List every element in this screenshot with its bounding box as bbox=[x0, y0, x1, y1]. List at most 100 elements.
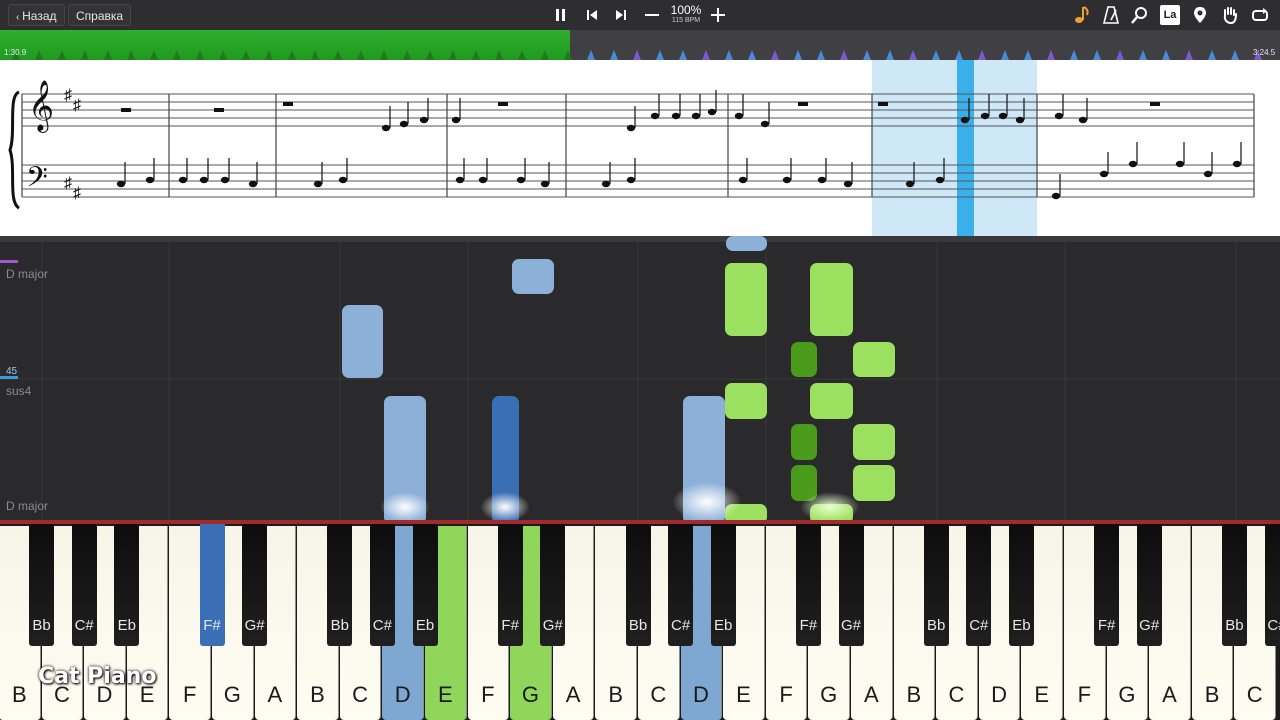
timeline-note-marker bbox=[127, 50, 135, 60]
falling-note-right-hand bbox=[853, 424, 895, 460]
black-key[interactable]: F# bbox=[199, 524, 225, 646]
loop-icon[interactable] bbox=[1250, 5, 1270, 25]
black-key[interactable]: Eb bbox=[1008, 524, 1034, 646]
timeline-note-marker bbox=[610, 50, 618, 60]
timeline-note-marker bbox=[1208, 50, 1216, 60]
notehead bbox=[782, 176, 792, 184]
key-label: C# bbox=[969, 617, 989, 634]
black-key[interactable]: C# bbox=[966, 524, 992, 646]
black-key[interactable]: G# bbox=[838, 524, 864, 646]
zoom-out-minus-icon[interactable] bbox=[642, 5, 662, 25]
rest bbox=[798, 102, 808, 106]
black-key[interactable]: C# bbox=[71, 524, 97, 646]
bass-clef-icon: 𝄢 bbox=[26, 161, 48, 201]
pause-icon[interactable] bbox=[551, 5, 571, 25]
rest bbox=[121, 108, 131, 112]
notehead bbox=[960, 116, 970, 124]
help-button[interactable]: Справка bbox=[68, 4, 132, 26]
metronome-icon[interactable] bbox=[1101, 5, 1121, 25]
skip-forward-icon[interactable] bbox=[611, 5, 631, 25]
score-staves: 𝄞 𝄢 ♯ ♯ ♯ ♯ bbox=[8, 60, 1255, 237]
notehead bbox=[399, 120, 409, 128]
timeline-note-marker bbox=[196, 50, 204, 60]
key-label: A bbox=[267, 682, 283, 707]
black-key[interactable]: Bb bbox=[625, 524, 651, 646]
key-label: E bbox=[1034, 682, 1050, 707]
falling-note-right-hand bbox=[725, 263, 767, 336]
notehead bbox=[455, 176, 465, 184]
toolbar: ‹ Назад Справка 100% 115 BPM La bbox=[0, 0, 1280, 30]
black-key[interactable]: Bb bbox=[327, 524, 353, 646]
timeline-note-marker bbox=[909, 50, 917, 60]
black-key[interactable]: F# bbox=[795, 524, 821, 646]
notehead bbox=[1175, 160, 1185, 168]
grand-staff-brace bbox=[8, 90, 21, 210]
timeline-note-marker bbox=[679, 50, 687, 60]
key-label: Eb bbox=[117, 617, 136, 634]
pin-icon[interactable] bbox=[1190, 5, 1210, 25]
falling-note-right-hand bbox=[791, 342, 817, 377]
timeline-note-marker bbox=[1116, 50, 1124, 60]
key-label: G# bbox=[244, 617, 265, 634]
black-key[interactable]: Bb bbox=[29, 524, 55, 646]
zoom-in-plus-icon[interactable] bbox=[708, 5, 728, 25]
black-key[interactable]: Eb bbox=[412, 524, 438, 646]
roll-gridlines bbox=[0, 242, 1280, 524]
notehead bbox=[601, 180, 611, 188]
chord-label: D major bbox=[6, 499, 49, 513]
key-label: A bbox=[863, 682, 879, 707]
piano-keyboard[interactable]: BCDEFGABCDEFGABCDEFGABCDEFGABC Bb C# Eb F# G… bbox=[0, 520, 1280, 720]
rest bbox=[498, 102, 508, 106]
hand-icon[interactable] bbox=[1220, 5, 1240, 25]
notehead bbox=[691, 112, 701, 120]
falling-note-right-hand bbox=[853, 342, 895, 377]
black-key[interactable]: Bb bbox=[1221, 524, 1247, 646]
bass-notes bbox=[116, 142, 1242, 200]
key-label: Bb bbox=[1225, 617, 1244, 634]
skip-back-icon[interactable] bbox=[582, 5, 602, 25]
notehead bbox=[116, 180, 126, 188]
key-label: G# bbox=[1139, 617, 1160, 634]
black-key[interactable]: G# bbox=[242, 524, 268, 646]
black-key[interactable]: F# bbox=[1094, 524, 1120, 646]
zoom-level: 100% bbox=[670, 3, 702, 17]
timeline-start-time: 1:30.9 bbox=[4, 48, 27, 57]
timeline-note-marker bbox=[633, 50, 641, 60]
black-key[interactable]: C# bbox=[369, 524, 395, 646]
black-key[interactable]: Eb bbox=[114, 524, 140, 646]
timeline-note-marker bbox=[748, 50, 756, 60]
notehead bbox=[671, 112, 681, 120]
notehead bbox=[843, 180, 853, 188]
timeline-note-marker bbox=[541, 50, 549, 60]
search-icon[interactable] bbox=[1130, 5, 1150, 25]
notehead bbox=[1051, 192, 1061, 200]
timeline-note-marker bbox=[495, 50, 503, 60]
timeline-note-marker bbox=[104, 50, 112, 60]
black-key[interactable]: Eb bbox=[710, 524, 736, 646]
key-label: C bbox=[650, 682, 667, 707]
black-key[interactable]: F# bbox=[497, 524, 523, 646]
timeline-note-marker bbox=[1070, 50, 1078, 60]
black-key[interactable]: G# bbox=[540, 524, 566, 646]
timeline-note-marker bbox=[725, 50, 733, 60]
key-label: A bbox=[1162, 682, 1177, 707]
chord-label: sus4 bbox=[6, 384, 32, 398]
key-label: G# bbox=[840, 617, 861, 634]
notehead bbox=[707, 108, 717, 116]
sharp-icon: ♯ bbox=[64, 175, 72, 192]
timeline-note-marker bbox=[35, 50, 43, 60]
la-icon[interactable]: La bbox=[1160, 5, 1180, 25]
timeline-note-marker bbox=[587, 50, 595, 60]
back-button[interactable]: ‹ Назад bbox=[8, 4, 65, 26]
black-key[interactable]: Bb bbox=[923, 524, 949, 646]
note-icon[interactable] bbox=[1071, 5, 1091, 25]
song-timeline[interactable]: 1:30.9 3:24.5 bbox=[0, 30, 1280, 60]
chord-label: D major bbox=[6, 267, 49, 281]
black-key[interactable]: G# bbox=[1136, 524, 1162, 646]
timeline-note-marker bbox=[518, 50, 526, 60]
timeline-note-marker bbox=[1162, 50, 1170, 60]
black-key[interactable]: C# bbox=[668, 524, 694, 646]
timeline-note-marker bbox=[265, 50, 273, 60]
notehead bbox=[451, 116, 461, 124]
black-key[interactable]: C# bbox=[1264, 524, 1280, 646]
